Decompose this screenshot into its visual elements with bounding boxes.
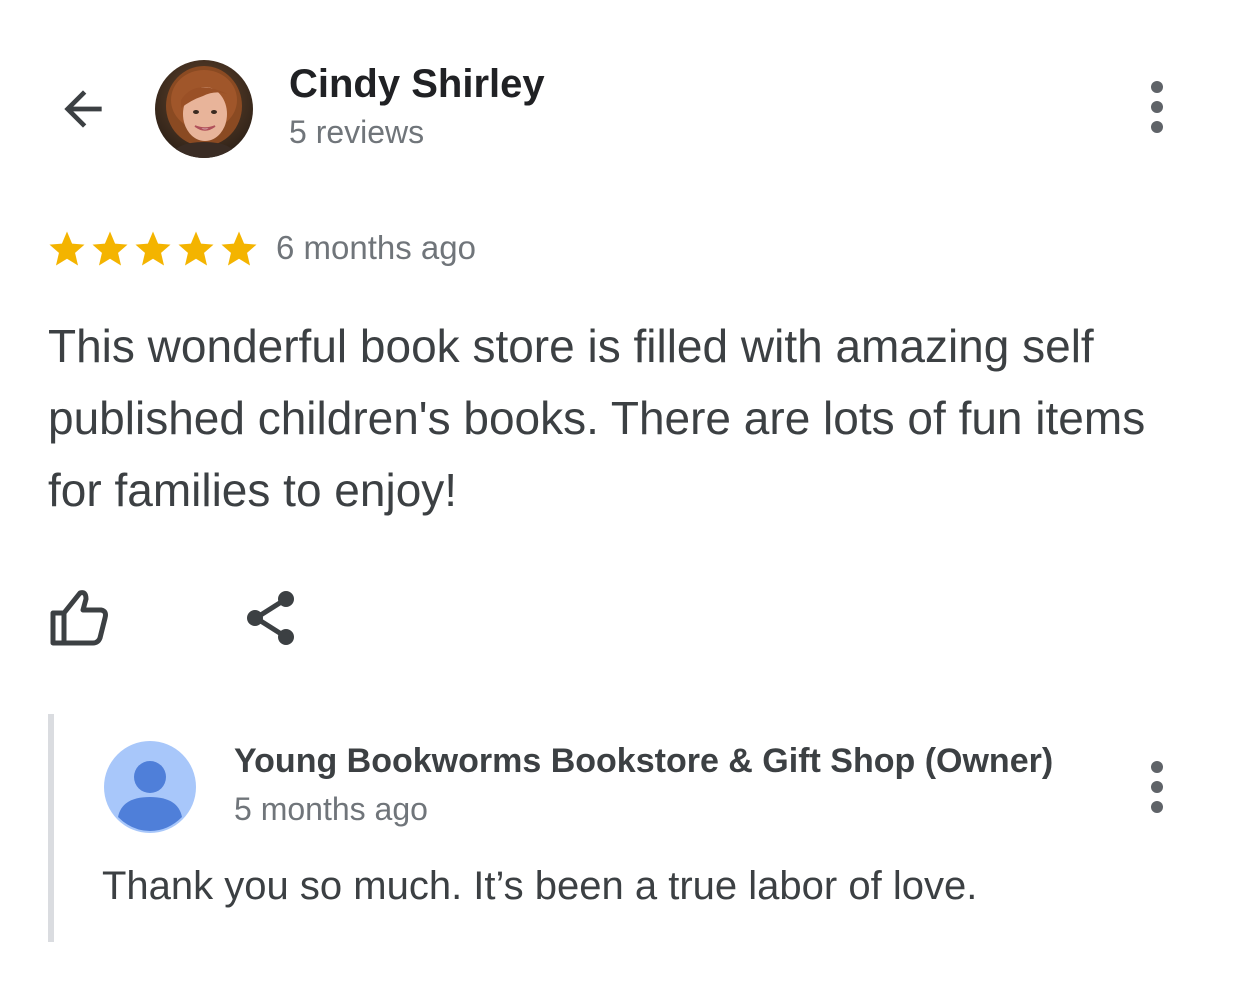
share-button[interactable] [242,588,302,648]
star-rating [46,228,260,272]
star-icon [178,231,214,266]
reviewer-review-count: 5 reviews [289,114,425,150]
owner-name[interactable]: Young Bookworms Bookstore & Gift Shop (O… [234,742,1053,781]
owner-response-divider [48,714,54,942]
star-icon [221,231,257,266]
owner-response-time: 5 months ago [234,791,428,827]
star-icon [135,231,171,266]
back-button[interactable] [52,78,114,140]
more-vert-icon [1151,81,1163,93]
owner-avatar[interactable] [104,741,196,833]
share-icon [247,591,294,645]
reviewer-name[interactable]: Cindy Shirley [289,62,545,107]
like-button[interactable] [46,583,112,649]
star-icon [92,231,128,266]
review-text: This wonderful book store is filled with… [48,320,1146,516]
reviewer-avatar[interactable] [155,60,253,158]
more-vert-icon [1151,761,1163,773]
arrow-back-icon [64,90,102,128]
star-icon [49,231,85,266]
person-avatar-icon [104,741,196,833]
thumbs-up-icon [50,590,108,646]
review-time: 6 months ago [276,229,476,266]
owner-response-more-options-button[interactable] [1137,752,1177,822]
owner-response-text: Thank you so much. It’s been a true labo… [102,864,978,908]
review-more-options-button[interactable] [1137,72,1177,142]
